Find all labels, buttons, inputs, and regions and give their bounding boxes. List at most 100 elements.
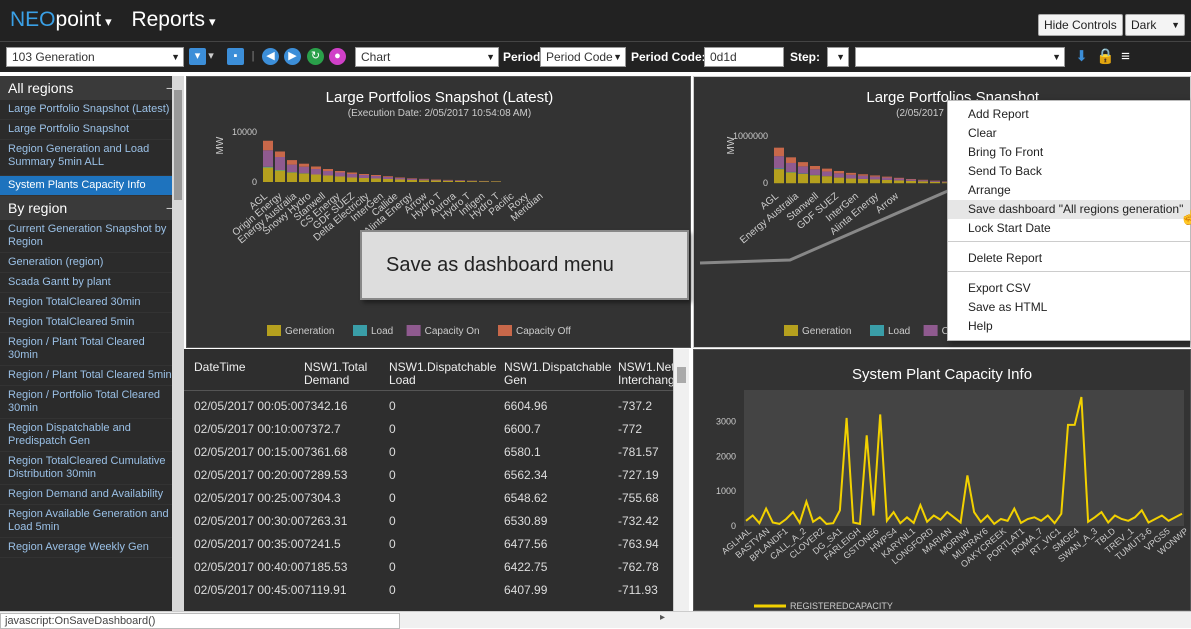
sidebar-item[interactable]: Region TotalCleared 30min [0,293,184,313]
column-header[interactable]: NSW1.Total Demand [304,361,399,387]
sidebar-item[interactable]: Current Generation Snapshot by Region [0,220,184,253]
filter-select[interactable]: ▼ [855,47,1065,67]
sidebar-item[interactable]: Region / Plant Total Cleared 5min [0,366,184,386]
view-select[interactable]: Chart▼ [355,47,499,67]
menu-item[interactable]: Export CSV [948,279,1190,298]
sidebar-item[interactable]: Region Average Weekly Gen [0,538,184,558]
table-cell: -732.42 [618,514,659,528]
record-icon[interactable]: ● [329,48,346,65]
forward-icon[interactable]: ▶ [284,48,301,65]
menu-item[interactable]: Lock Start Date [948,219,1190,238]
menu-item[interactable]: Send To Back [948,162,1190,181]
table-row[interactable]: 02/05/2017 00:35:007241.506477.56-763.94 [184,533,672,555]
sidebar-item[interactable]: Large Portfolio Snapshot (Latest) [0,100,184,120]
column-header[interactable]: DateTime [194,361,294,374]
menu-item[interactable]: Bring To Front [948,143,1190,162]
top-bar: NEOpoint▾ Reports▾ Hide Controls Dark▼ [0,0,1191,42]
bar-segment [383,177,393,179]
bar-segment [930,181,940,182]
menu-item[interactable]: Save as HTML [948,298,1190,317]
bar-segment [822,171,832,176]
bar-segment [443,180,453,181]
sidebar-item[interactable]: System Plants Capacity Info [0,176,184,196]
table-cell: 0 [389,537,396,551]
period-select[interactable]: Period Code▼ [540,47,626,67]
table-row[interactable]: 02/05/2017 00:40:007185.5306422.75-762.7… [184,556,672,578]
refresh-icon[interactable]: ↻ [307,48,324,65]
bar-segment [323,176,333,183]
menu-item[interactable]: Delete Report [948,249,1190,268]
bar-segment [263,150,273,167]
table-row[interactable]: 02/05/2017 00:05:007342.1606604.96-737.2 [184,395,672,417]
bar-segment [834,178,844,184]
section-title[interactable]: Reports [131,8,205,31]
table-row[interactable]: 02/05/2017 00:10:007372.706600.7-772 [184,418,672,440]
step-select[interactable]: ▼ [827,47,849,67]
bar-segment [834,171,844,173]
report-select[interactable]: 103 Generation▼ [6,47,184,67]
y-tick-label: 10000 [232,127,257,137]
menu-item[interactable]: Add Report [948,105,1190,124]
scroll-right-icon[interactable]: ▸ [660,612,665,623]
menu-item[interactable]: Save dashboard "All regions generation" [948,200,1190,219]
table-cell: 6548.62 [504,491,547,505]
menu-item[interactable]: Help [948,317,1190,336]
sidebar-group-header[interactable]: All regions− [0,76,184,100]
table-row[interactable]: 02/05/2017 00:20:007289.5306562.34-727.1… [184,464,672,486]
table-row[interactable]: 02/05/2017 00:25:007304.306548.62-755.68 [184,487,672,509]
scrollbar-thumb[interactable] [677,367,686,383]
brand-point: point [56,8,102,31]
bar-segment [455,181,465,182]
column-header[interactable]: NSW1.Dispatchable Load [389,361,484,387]
period-code-input[interactable]: 0d1d [704,47,784,67]
menu-item[interactable]: Clear [948,124,1190,143]
table-row[interactable]: 02/05/2017 00:15:007361.6806580.1-781.57 [184,441,672,463]
back-icon[interactable]: ◀ [262,48,279,65]
y-tick-label: 2000 [716,451,736,461]
sidebar-item[interactable]: Region Available Generation and Load 5mi… [0,505,184,538]
menu-item[interactable]: Arrange [948,181,1190,200]
sidebar-item[interactable]: Region TotalCleared 5min [0,313,184,333]
table-cell: 7361.68 [304,445,347,459]
sidebar-group-title: By region [8,200,67,216]
lock-icon[interactable]: 🔒 [1096,48,1113,65]
sidebar-item[interactable]: Region / Portfolio Total Cleared 30min [0,386,184,419]
table-cell: 7372.7 [304,422,341,436]
bar-segment [335,177,345,183]
sidebar-item[interactable]: Region / Plant Total Cleared 30min [0,333,184,366]
bookmark-icon[interactable]: ⬇ [1073,48,1090,65]
sidebar-item[interactable]: Region Generation and Load Summary 5min … [0,140,184,176]
bar-segment [774,169,784,183]
app-brand[interactable]: NEOpoint▾ Reports▾ [10,8,216,32]
scrollbar-thumb[interactable] [174,90,182,200]
bar-segment [870,177,880,180]
column-header[interactable]: NSW1.Dispatchable Gen [504,361,599,387]
table-header: DateTimeNSW1.Total DemandNSW1.Dispatchab… [184,349,689,391]
chart-panel-portfolio-latest[interactable]: Large Portfolios Snapshot (Latest) (Exec… [186,76,691,348]
bar-segment [275,171,285,183]
sidebar-item[interactable]: Generation (region) [0,253,184,273]
table-scrollbar[interactable] [673,349,689,611]
open-dropdown-icon[interactable]: ▾ [206,48,216,65]
table-row[interactable]: 02/05/2017 00:45:007119.9106407.99-711.9… [184,579,672,601]
chart-canvas: 3000200010000AGLHALBASTYANBPLANDF1CALL_A… [694,350,1190,610]
sidebar-item[interactable]: Region Demand and Availability [0,485,184,505]
sidebar-item[interactable]: Region Dispatchable and Predispatch Gen [0,419,184,452]
bar-segment [371,179,381,183]
sidebar-item[interactable]: Scada Gantt by plant [0,273,184,293]
menu-list-icon[interactable]: ≡ [1117,48,1134,65]
sidebar-item[interactable]: Large Portfolio Snapshot [0,120,184,140]
sidebar-item[interactable]: Region TotalCleared Cumulative Distribut… [0,452,184,485]
sidebar-scrollbar[interactable] [172,76,184,611]
chevron-down-icon: ▼ [836,48,845,66]
table-row[interactable]: 02/05/2017 00:30:007263.3106530.89-732.4… [184,510,672,532]
chart-panel-capacity[interactable]: System Plant Capacity Info 3000200010000… [693,349,1191,611]
bar-segment [431,180,441,181]
sidebar-group-header[interactable]: By region− [0,196,184,220]
brand-dropdown-icon: ▾ [105,14,112,29]
open-icon[interactable]: ▾ [189,48,206,65]
hide-controls-button[interactable]: Hide Controls [1038,14,1123,36]
save-icon[interactable]: ▪ [227,48,244,65]
theme-select[interactable]: Dark▼ [1125,14,1185,36]
bar-segment [858,176,868,179]
